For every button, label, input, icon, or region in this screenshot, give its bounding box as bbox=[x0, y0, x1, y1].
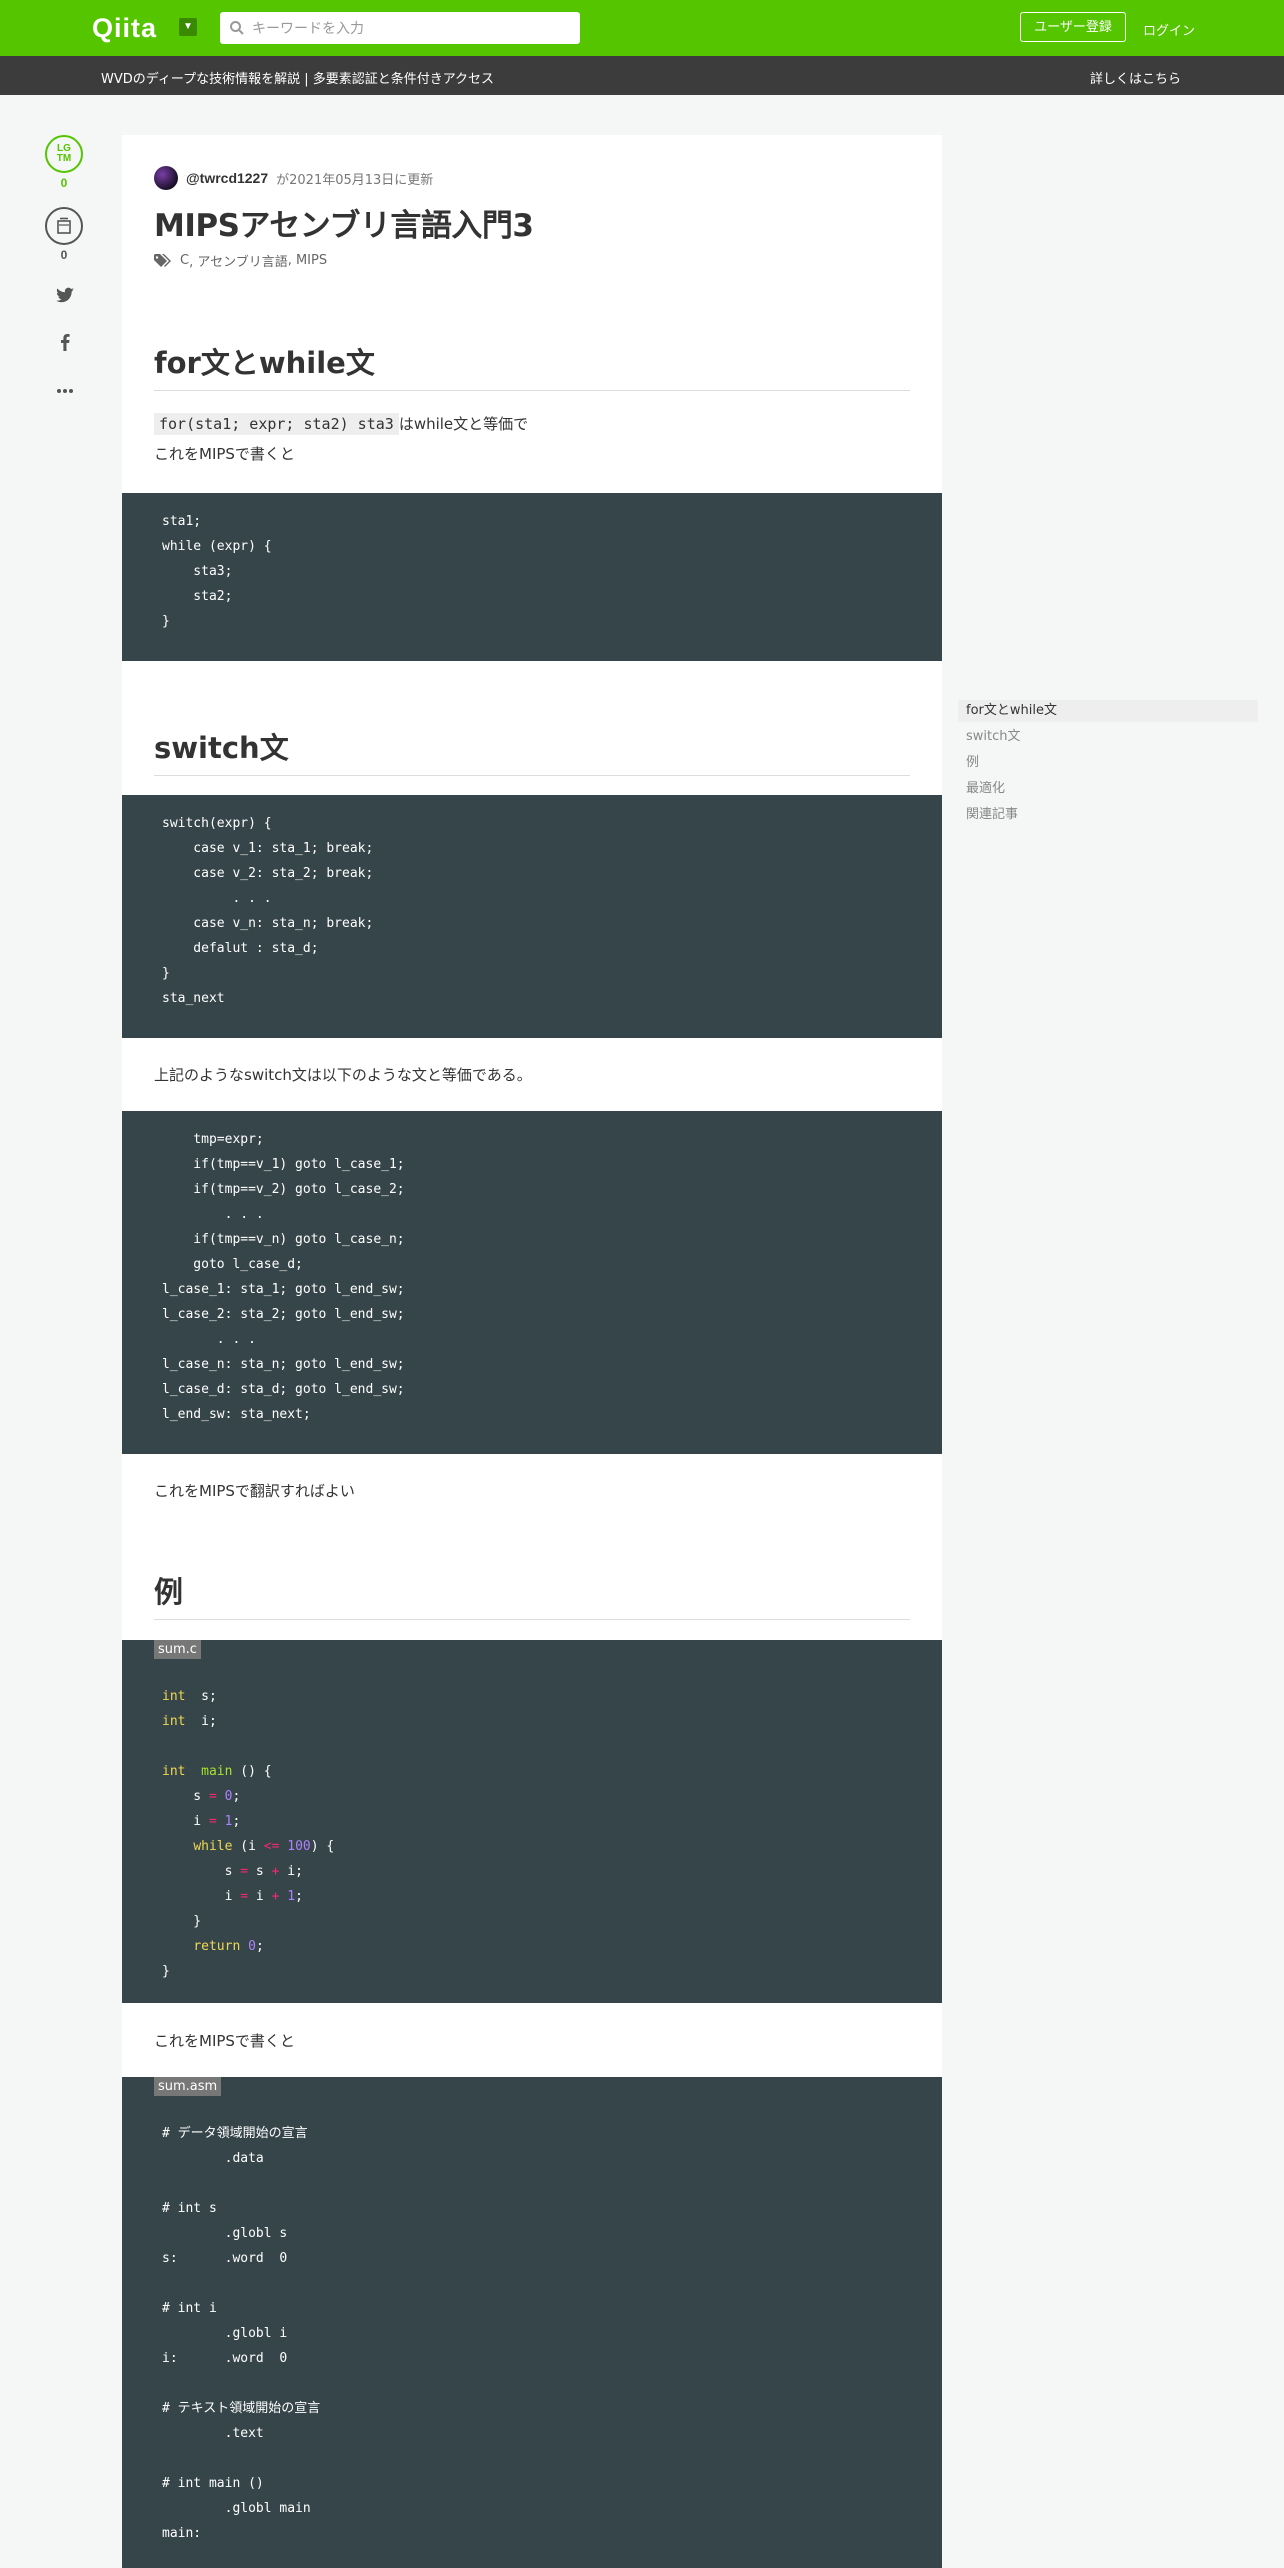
code-text: sta1; while (expr) { sta3; sta2; } bbox=[162, 514, 272, 629]
code-token: ; bbox=[255, 1939, 264, 1954]
lgtm-action[interactable]: LG TM 0 bbox=[45, 135, 83, 190]
toc-item[interactable]: 最適化 bbox=[958, 778, 1258, 800]
code-token: } bbox=[162, 1964, 170, 1979]
code-token: = bbox=[240, 1889, 249, 1904]
code-block-switch: switch(expr) { case v_1: sta_1; break; c… bbox=[122, 795, 942, 1038]
code-token: while bbox=[193, 1839, 233, 1854]
stock-action[interactable]: 0 bbox=[45, 207, 83, 262]
lgtm-count: 0 bbox=[60, 176, 68, 190]
code-token: int bbox=[162, 1764, 186, 1779]
code-text: switch(expr) { case v_1: sta_1; break; c… bbox=[162, 816, 374, 1006]
translate-paragraph: これをMIPSで翻訳すればよい bbox=[154, 1482, 355, 1500]
code-token: i; bbox=[279, 1864, 303, 1879]
section-heading-for: for文とwhile文 bbox=[154, 340, 910, 391]
code-filename: sum.asm bbox=[154, 2077, 222, 2096]
code-token: 1 bbox=[287, 1889, 296, 1904]
section-heading-switch: switch文 bbox=[154, 725, 910, 776]
toc-item[interactable]: 関連記事 bbox=[958, 804, 1258, 826]
code-token: i; bbox=[185, 1714, 217, 1729]
section-heading-example: 例 bbox=[154, 1569, 910, 1620]
switch-paragraph: 上記のようなswitch文は以下のような文と等価である。 bbox=[154, 1066, 532, 1084]
code-token: s bbox=[162, 1864, 241, 1879]
avatar[interactable] bbox=[154, 166, 178, 190]
code-token: = bbox=[208, 1814, 217, 1829]
code-token: return bbox=[193, 1939, 241, 1954]
code-token: int bbox=[162, 1689, 186, 1704]
signup-button[interactable]: ユーザー登録 bbox=[1020, 12, 1126, 42]
toc-item[interactable]: switch文 bbox=[958, 726, 1258, 748]
code-token: ; bbox=[232, 1814, 241, 1829]
page-title: MIPSアセンブリ言語入門3 bbox=[154, 208, 534, 244]
code-text: tmp=expr; if(tmp==v_1) goto l_case_1; if… bbox=[162, 1132, 405, 1422]
search-box[interactable] bbox=[220, 12, 580, 44]
inline-code: for(sta1; expr; sta2) sta3 bbox=[154, 413, 399, 435]
login-link[interactable]: ログイン bbox=[1143, 20, 1195, 39]
article: @twrcd1227 が2021年05月13日に更新 MIPSアセンブリ言語入門… bbox=[122, 135, 942, 2568]
code-token: () { bbox=[232, 1764, 272, 1779]
code-token: = bbox=[208, 1789, 217, 1804]
code-token: ; bbox=[295, 1889, 303, 1904]
tag-item[interactable]: MIPS bbox=[288, 253, 327, 268]
code-token: ) { bbox=[310, 1839, 335, 1854]
code-token: main bbox=[201, 1764, 233, 1779]
chevron-down-icon[interactable]: ▼ bbox=[179, 18, 197, 36]
search-input[interactable] bbox=[250, 18, 574, 40]
code-token: int bbox=[162, 1714, 186, 1729]
announcement-bar: WVDのディープな技術情報を解説 | 多要素認証と条件付きアクセス 詳しくはこち… bbox=[0, 56, 1284, 95]
code-text: int s; int i; int main () { s = 0; i = 1… bbox=[122, 1684, 942, 1984]
code-block-sum-c: sum.c int s; int i; int main () { s = 0;… bbox=[122, 1640, 942, 2003]
stock-button[interactable] bbox=[45, 207, 83, 245]
code-block-sum-asm: sum.asm # データ領域開始の宣言 .data # int s .glob… bbox=[122, 2077, 942, 2568]
code-token: s bbox=[248, 1864, 272, 1879]
code-token: s bbox=[162, 1789, 209, 1804]
toc-item[interactable]: 例 bbox=[958, 752, 1258, 774]
global-header: Qiita ▼ ユーザー登録 ログイン bbox=[0, 0, 1284, 56]
for-paragraph: for(sta1; expr; sta2) sta3 はwhile文と等価で これ… bbox=[154, 409, 528, 469]
mips-paragraph: これをMIPSで書くと bbox=[154, 2032, 295, 2050]
code-token: = bbox=[240, 1864, 249, 1879]
qiita-logo[interactable]: Qiita bbox=[92, 13, 157, 44]
tag-item[interactable]: アセンブリ言語 bbox=[189, 251, 287, 270]
tag-item[interactable]: C bbox=[180, 253, 189, 268]
more-icon[interactable] bbox=[54, 380, 76, 402]
updated-date: が2021年05月13日に更新 bbox=[276, 172, 434, 188]
code-token: 100 bbox=[287, 1839, 311, 1854]
lgtm-label-2: TM bbox=[56, 153, 72, 164]
code-token: 0 bbox=[248, 1939, 256, 1954]
announcement-link[interactable]: 詳しくはこちら bbox=[1090, 68, 1181, 87]
code-text: # データ領域開始の宣言 .data # int s .globl s s: .… bbox=[162, 2126, 321, 2541]
code-token: } bbox=[162, 1914, 202, 1929]
code-block-goto: tmp=expr; if(tmp==v_1) goto l_case_1; if… bbox=[122, 1111, 942, 1454]
for-text-2: これをMIPSで書くと bbox=[154, 445, 295, 463]
code-token: i bbox=[162, 1889, 241, 1904]
for-text-1: はwhile文と等価で bbox=[398, 415, 529, 433]
toc-item[interactable]: for文とwhile文 bbox=[958, 700, 1258, 722]
code-token: i bbox=[248, 1889, 272, 1904]
tag-list: C アセンブリ言語 MIPS bbox=[154, 251, 327, 270]
code-filename: sum.c bbox=[154, 1640, 201, 1659]
lgtm-button[interactable]: LG TM bbox=[45, 135, 83, 173]
code-token: (i bbox=[232, 1839, 264, 1854]
code-token: <= bbox=[263, 1839, 280, 1854]
tag-icon bbox=[154, 253, 171, 267]
twitter-icon[interactable] bbox=[54, 284, 76, 306]
search-icon bbox=[230, 21, 244, 35]
code-block-for: sta1; while (expr) { sta3; sta2; } bbox=[122, 493, 942, 661]
code-token: i bbox=[162, 1814, 209, 1829]
author-link[interactable]: @twrcd1227 bbox=[186, 170, 268, 186]
stock-count: 0 bbox=[60, 248, 68, 262]
article-meta: @twrcd1227 が2021年05月13日に更新 bbox=[154, 166, 433, 190]
facebook-icon[interactable] bbox=[54, 331, 76, 353]
code-token: s; bbox=[185, 1689, 217, 1704]
stock-icon bbox=[57, 217, 71, 234]
code-token: ; bbox=[232, 1789, 241, 1804]
table-of-contents: for文とwhile文 switch文 例 最適化 関連記事 bbox=[958, 700, 1258, 830]
announcement-text[interactable]: WVDのディープな技術情報を解説 | 多要素認証と条件付きアクセス bbox=[101, 68, 494, 87]
